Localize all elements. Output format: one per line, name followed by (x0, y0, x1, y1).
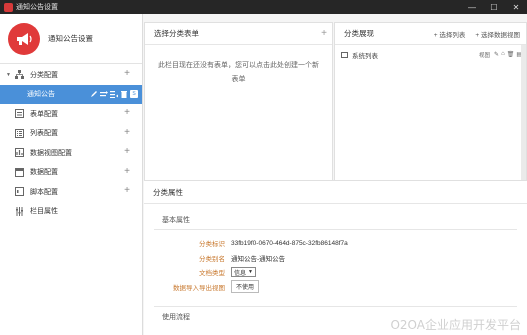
sidebar-header: 通知公告设置 (0, 14, 142, 64)
delete-icon[interactable] (120, 90, 128, 98)
sort-icon[interactable] (110, 90, 118, 98)
form-panel-title: 选择分类表单 (154, 29, 199, 38)
sidebar-item-label: 数据视图配置 (30, 149, 72, 157)
attribute-row: 分类标识 33fb19f0-0670-464d-875c-32fb86148f7… (144, 236, 527, 251)
maximize-button[interactable]: ☐ (483, 0, 505, 14)
sidebar-nav: ▼ 分类配置 + 通知公告 S 表单配置 + 列表配置 + 数据视图配置 + 数… (0, 64, 142, 221)
attributes-title: 分类属性 (144, 181, 527, 204)
basic-section-title: 基本属性 (162, 217, 190, 224)
attribute-row: 文档类型 信息 ▼ (144, 265, 527, 280)
notice-toolbar: S (90, 89, 138, 98)
sidebar-item-label: 分类配置 (30, 71, 58, 79)
attribute-label: 分类别名 (199, 255, 225, 263)
view-icon (15, 148, 24, 158)
sidebar-item-list-config[interactable]: 列表配置 + (0, 124, 142, 144)
window-titlebar: 通知公告设置 — ☐ ✕ (0, 0, 527, 14)
add-category-button[interactable]: + (124, 69, 130, 79)
data-icon (15, 167, 24, 177)
import-export-view-button[interactable]: 不使用 (231, 280, 260, 294)
add-data-button[interactable]: + (124, 166, 130, 177)
list-icon (15, 128, 24, 138)
add-form-panel-button[interactable]: + (321, 28, 327, 39)
sidebar-item-form-config[interactable]: 表单配置 + (0, 104, 142, 124)
category-attributes-panel: 分类属性 基本属性 分类标识 33fb19f0-0670-464d-875c-3… (144, 180, 527, 335)
sidebar-item-label: 列表配置 (30, 130, 58, 138)
category-alias-value: 通知公告-通知公告 (231, 255, 286, 263)
attribute-label: 分类标识 (199, 241, 225, 249)
move-icon[interactable] (100, 90, 108, 98)
app-window: 通知公告设置 ▼ 分类配置 + 通知公告 S 表单配置 + 列表配置 + 数据视… (0, 14, 527, 335)
view-item-tag: 视图 (478, 53, 490, 59)
select-list-button[interactable]: + 选择列表 (434, 29, 466, 39)
sidebar-item-label: 通知公告 (27, 91, 55, 99)
create-form-link[interactable]: 此栏目现在还没有表单，您可以点击此处创建一个新表单 (145, 45, 332, 87)
edit-icon[interactable] (90, 90, 98, 98)
view-item-toolbar: ✎ ⌂ 🗑 ▤ (494, 51, 522, 58)
sidebar-item-label: 栏目属性 (30, 208, 58, 216)
form-select-panel: 选择分类表单 + 此栏目现在还没有表单，您可以点击此处创建一个新表单 (144, 22, 333, 192)
add-dataview-button[interactable]: + (124, 147, 130, 157)
chevron-down-icon: ▼ (248, 269, 253, 276)
window-title: 通知公告设置 (16, 4, 58, 11)
watermark-text: O2OA企业应用开发平台 (390, 318, 521, 332)
sidebar-item-data-config[interactable]: 数据配置 + (0, 163, 142, 183)
sidebar-item-label: 表单配置 (30, 110, 58, 118)
category-id-value: 33fb19f0-0670-464d-875c-32fb86148f7a (231, 239, 348, 247)
script-icon (15, 187, 24, 197)
megaphone-icon (8, 22, 40, 55)
home-icon[interactable]: ⌂ (501, 51, 505, 58)
sidebar-title: 通知公告设置 (48, 34, 93, 43)
section-divider (154, 229, 517, 230)
s-badge-icon[interactable]: S (130, 89, 138, 98)
sidebar-item-notice[interactable]: 通知公告 S (0, 84, 142, 104)
select-dataview-button[interactable]: + 选择数据视图 (475, 29, 520, 39)
edit-icon[interactable]: ✎ (494, 51, 499, 58)
app-icon (4, 2, 13, 12)
minimize-button[interactable]: — (461, 0, 483, 14)
list-item[interactable]: 系统列表 视图 ✎ ⌂ 🗑 ▤ (335, 47, 526, 63)
view-item-label: 系统列表 (352, 53, 378, 60)
attribute-row: 数据导入导出视图 不使用 (144, 280, 527, 295)
org-tree-icon (15, 70, 24, 80)
sidebar: 通知公告设置 ▼ 分类配置 + 通知公告 S 表单配置 + 列表配置 + 数据视… (0, 14, 143, 335)
sidebar-item-script-config[interactable]: 脚本配置 + (0, 182, 142, 202)
view-panel-header: 分类展现 + 选择列表 + 选择数据视图 (335, 23, 526, 45)
sidebar-item-dataview-config[interactable]: 数据视图配置 + (0, 143, 142, 163)
delete-icon[interactable]: 🗑 (507, 51, 515, 58)
section-divider (154, 306, 517, 307)
add-script-button[interactable]: + (124, 186, 130, 196)
add-form-button[interactable]: + (124, 108, 130, 118)
form-panel-header: 选择分类表单 + (145, 23, 332, 45)
sidebar-item-label: 数据配置 (30, 169, 58, 177)
add-list-button[interactable]: + (124, 127, 130, 138)
close-button[interactable]: ✕ (505, 0, 527, 14)
attribute-label: 文档类型 (199, 270, 225, 278)
sidebar-item-label: 脚本配置 (30, 188, 58, 196)
caret-down-icon[interactable]: ▼ (6, 72, 12, 78)
attribute-label: 数据导入导出视图 (173, 284, 225, 292)
vertical-scrollbar[interactable] (521, 45, 526, 191)
view-panel-title: 分类展现 (344, 29, 374, 38)
sliders-icon (15, 206, 24, 216)
document-type-select[interactable]: 信息 ▼ (231, 267, 256, 278)
attribute-row: 分类别名 通知公告-通知公告 (144, 251, 527, 266)
list-view-icon (341, 52, 348, 58)
category-view-panel: 分类展现 + 选择列表 + 选择数据视图 系统列表 视图 ✎ ⌂ 🗑 ▤ (334, 22, 527, 192)
sidebar-item-column-properties[interactable]: 栏目属性 (0, 202, 142, 222)
form-icon (15, 109, 24, 119)
sidebar-item-category-config[interactable]: ▼ 分类配置 + (0, 65, 142, 85)
